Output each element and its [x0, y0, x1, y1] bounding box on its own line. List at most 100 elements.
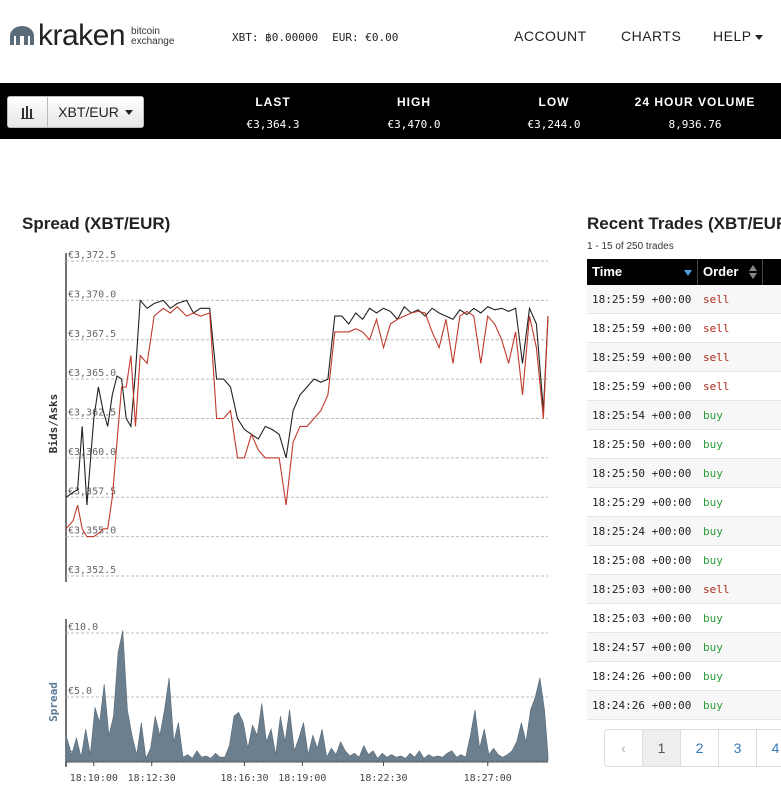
trade-order-type: sell	[703, 582, 730, 596]
table-row: 18:25:59 +00:00 sell	[587, 285, 781, 314]
table-row: 18:25:03 +00:00 buy	[587, 604, 781, 633]
trade-time: 18:24:26 +00:00	[592, 698, 692, 712]
nav-account[interactable]: ACCOUNT	[514, 28, 587, 44]
y-tick-label: €3,357.5	[68, 486, 116, 497]
pair-dropdown[interactable]: XBT/EUR	[47, 96, 144, 128]
kraken-logo[interactable]: kraken bitcoin exchange	[8, 19, 174, 52]
spread-y-axis-label: Spread	[47, 682, 60, 722]
trades-table-body: 18:25:59 +00:00 sell 18:25:59 +00:00 sell 18…	[587, 285, 781, 720]
balances: XBT: ฿0.00000 EUR: €0.00	[232, 31, 398, 44]
trade-time: 18:25:29 +00:00	[592, 495, 692, 509]
x-tick-label: 18:16:30	[220, 773, 268, 784]
pagination-page-3[interactable]: 3	[718, 729, 757, 767]
trade-order-type: buy	[703, 524, 723, 538]
ask-series-line	[65, 305, 549, 538]
ticker-bar: XBT/EUR LAST €3,364.3 HIGH €3,470.0 LOW …	[0, 83, 781, 139]
y-tick-label: €3,352.5	[68, 565, 116, 576]
column-header-extra	[763, 259, 781, 285]
chevron-down-icon	[754, 34, 763, 40]
table-row: 18:25:29 +00:00 buy	[587, 488, 781, 517]
chevron-down-icon	[124, 109, 133, 115]
table-row: 18:24:26 +00:00 buy	[587, 691, 781, 720]
trade-order-type: buy	[703, 553, 723, 567]
column-header-order-label: Order	[703, 264, 739, 279]
y-tick-label: €3,365.0	[68, 368, 116, 379]
spread-chart: €3,372.5€3,370.0€3,367.5€3,365.0€3,362.5…	[47, 250, 549, 784]
trade-order-type: sell	[703, 350, 730, 364]
trade-order-type: buy	[703, 495, 723, 509]
trade-time: 18:25:50 +00:00	[592, 466, 692, 480]
trade-order-type: buy	[703, 437, 723, 451]
nav-charts[interactable]: CHARTS	[621, 28, 681, 44]
pagination-page-2[interactable]: 2	[680, 729, 719, 767]
sort-desc-icon	[684, 270, 692, 276]
trades-table-header: Time Order	[587, 259, 781, 285]
spread-series-area	[65, 630, 549, 762]
trade-order-type: sell	[703, 292, 730, 306]
trade-order-type: buy	[703, 669, 723, 683]
table-row: 18:24:26 +00:00 buy	[587, 662, 781, 691]
y-tick-label: €3,370.0	[68, 289, 116, 300]
trade-time: 18:25:59 +00:00	[592, 292, 692, 306]
x-tick-label: 18:19:00	[278, 773, 326, 784]
pagination: ‹ 1 2 3 4	[604, 729, 781, 767]
table-row: 18:24:57 +00:00 buy	[587, 633, 781, 662]
table-row: 18:25:03 +00:00 sell	[587, 575, 781, 604]
trade-time: 18:25:59 +00:00	[592, 379, 692, 393]
trade-time: 18:24:26 +00:00	[592, 669, 692, 683]
stat-label: LOW	[538, 95, 570, 109]
trade-order-type: sell	[703, 321, 730, 335]
kraken-logo-icon	[10, 26, 34, 45]
column-header-time[interactable]: Time	[587, 259, 698, 285]
pair-selector-group: XBT/EUR	[7, 96, 144, 128]
bar-chart-icon	[20, 106, 34, 119]
stat-high: HIGH €3,470.0	[354, 95, 474, 131]
trades-count: 1 - 15 of 250 trades	[587, 241, 674, 252]
logo-wordmark: kraken	[38, 19, 126, 52]
y-tick-label: €3,367.5	[68, 329, 116, 340]
y-tick-label: €3,355.0	[68, 526, 116, 537]
x-tick-label: 18:12:30	[128, 773, 176, 784]
chart-toggle-button[interactable]	[7, 96, 47, 128]
nav-help[interactable]: HELP	[713, 28, 763, 44]
trade-order-type: buy	[703, 698, 723, 712]
trade-time: 18:25:03 +00:00	[592, 582, 692, 596]
recent-trades-title: Recent Trades (XBT/EUR)	[587, 214, 781, 233]
table-row: 18:25:59 +00:00 sell	[587, 314, 781, 343]
trade-time: 18:25:59 +00:00	[592, 321, 692, 335]
trade-order-type: buy	[703, 466, 723, 480]
stat-last: LAST €3,364.3	[213, 95, 333, 131]
trade-time: 18:25:03 +00:00	[592, 611, 692, 625]
table-row: 18:25:50 +00:00 buy	[587, 459, 781, 488]
stat-value: €3,364.3	[246, 118, 300, 131]
sort-icon	[749, 265, 757, 279]
recent-trades-table: Time Order 18:25:59 +00:00 sell 18:25:59 +…	[587, 259, 781, 720]
table-row: 18:25:54 +00:00 buy	[587, 401, 781, 430]
trade-order-type: buy	[703, 408, 723, 422]
trade-time: 18:25:24 +00:00	[592, 524, 692, 538]
pair-label: XBT/EUR	[58, 104, 119, 120]
table-row: 18:25:50 +00:00 buy	[587, 430, 781, 459]
column-header-time-label: Time	[592, 264, 623, 279]
logo-subtitle: bitcoin exchange	[131, 27, 174, 47]
pagination-page-4[interactable]: 4	[756, 729, 781, 767]
pagination-prev-button[interactable]: ‹	[604, 729, 643, 767]
trade-time: 18:25:59 +00:00	[592, 350, 692, 364]
stat-value: €3,470.0	[387, 118, 441, 131]
y-tick-label: €3,360.0	[68, 447, 116, 458]
nav-help-label: HELP	[713, 28, 752, 44]
pagination-page-1[interactable]: 1	[642, 729, 681, 767]
trade-order-type: sell	[703, 379, 730, 393]
trade-time: 18:24:57 +00:00	[592, 640, 692, 654]
stat-label: 24 HOUR VOLUME	[634, 95, 756, 109]
trade-time: 18:25:54 +00:00	[592, 408, 692, 422]
stat-low: LOW €3,244.0	[494, 95, 614, 131]
trade-time: 18:25:08 +00:00	[592, 553, 692, 567]
column-header-order[interactable]: Order	[698, 259, 763, 285]
xbt-balance: XBT: ฿0.00000	[232, 31, 319, 44]
trade-order-type: buy	[703, 611, 723, 625]
table-row: 18:25:08 +00:00 buy	[587, 546, 781, 575]
top-header: kraken bitcoin exchange XBT: ฿0.00000 EU…	[0, 0, 781, 83]
stat-value: 8,936.76	[668, 118, 722, 131]
spread-y-tick-label: €5.0	[68, 686, 92, 697]
